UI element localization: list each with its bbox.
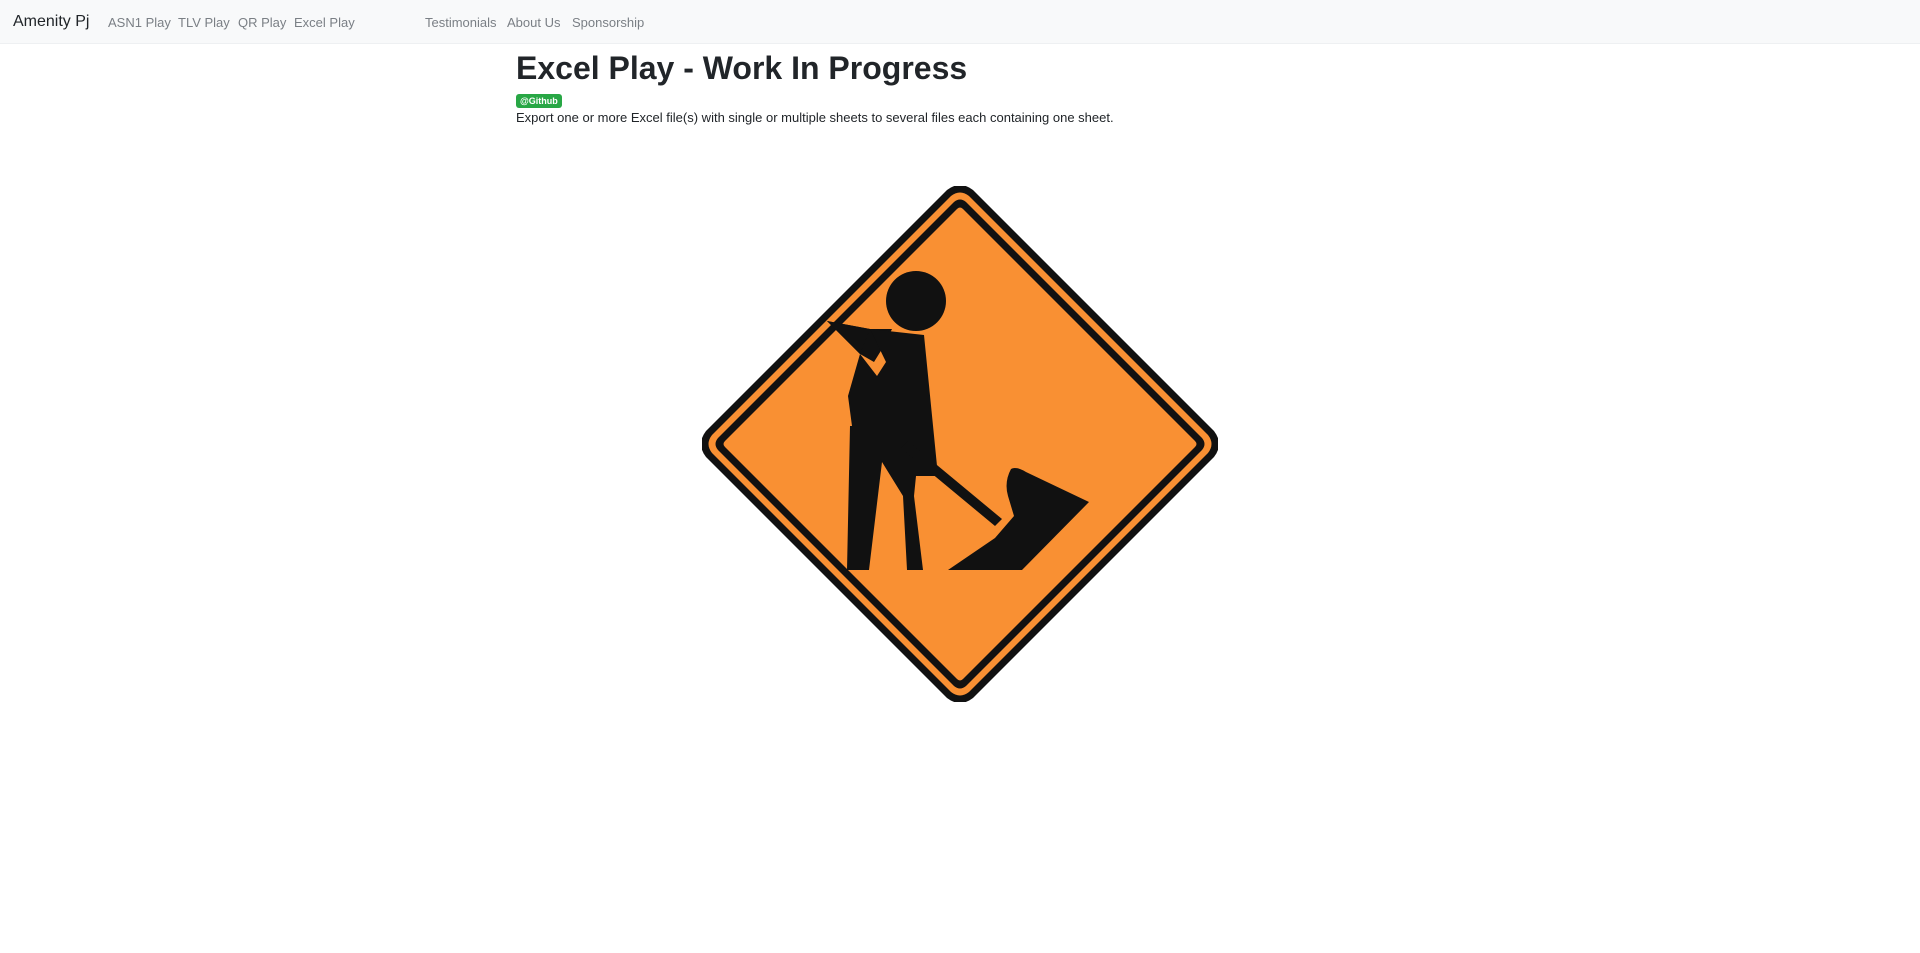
sign-field bbox=[723, 207, 1197, 681]
nav-link-asn1-play[interactable]: ASN1 Play bbox=[108, 15, 171, 31]
work-in-progress-sign-icon bbox=[702, 186, 1218, 702]
page-description: Export one or more Excel file(s) with si… bbox=[516, 110, 1114, 125]
nav-link-about-us[interactable]: About Us bbox=[507, 15, 560, 31]
brand-link[interactable]: Amenity Pj bbox=[13, 12, 89, 32]
nav-link-excel-play[interactable]: Excel Play bbox=[294, 15, 355, 31]
worker-head bbox=[886, 271, 946, 331]
page-title: Excel Play - Work In Progress bbox=[516, 50, 968, 86]
nav-link-testimonials[interactable]: Testimonials bbox=[425, 15, 497, 31]
github-badge[interactable]: @Github bbox=[516, 94, 562, 108]
nav-link-qr-play[interactable]: QR Play bbox=[238, 15, 286, 31]
nav-link-tlv-play[interactable]: TLV Play bbox=[178, 15, 230, 31]
top-navbar: Amenity Pj ASN1 Play TLV Play QR Play Ex… bbox=[0, 0, 1920, 44]
nav-link-sponsorship[interactable]: Sponsorship bbox=[572, 15, 644, 31]
